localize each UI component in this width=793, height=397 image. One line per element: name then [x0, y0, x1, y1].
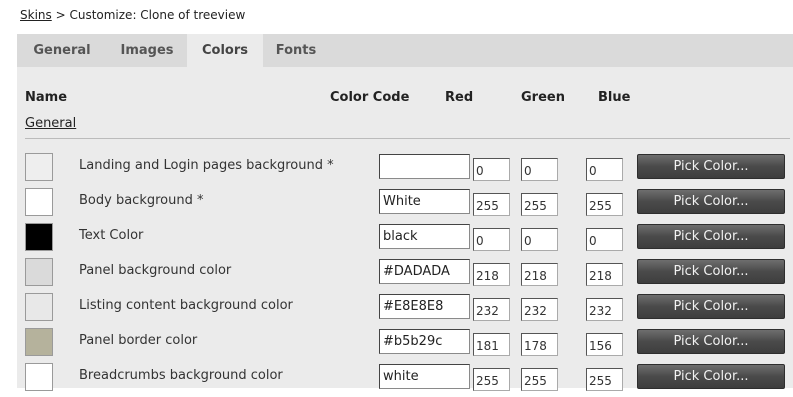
color-row: Panel border color Pick Color...	[0, 328, 793, 362]
color-row: Body background * Pick Color...	[0, 188, 793, 222]
color-code-input[interactable]	[379, 154, 470, 179]
color-swatch	[25, 153, 53, 181]
red-value-input[interactable]	[473, 263, 510, 286]
red-value-input[interactable]	[473, 333, 510, 356]
red-value-input[interactable]	[473, 298, 510, 321]
red-value-input[interactable]	[473, 228, 510, 251]
pick-color-button[interactable]: Pick Color...	[637, 329, 785, 354]
green-value-input[interactable]	[521, 298, 558, 321]
breadcrumb-link-skins[interactable]: Skins	[20, 8, 52, 22]
color-row-label: Breadcrumbs background color	[79, 368, 283, 383]
tab-images[interactable]: Images	[107, 34, 187, 67]
pick-color-button[interactable]: Pick Color...	[637, 224, 785, 249]
color-row-label: Panel border color	[79, 333, 198, 348]
tab-general[interactable]: General	[17, 34, 107, 67]
color-code-input[interactable]	[379, 364, 470, 389]
color-swatch	[25, 293, 53, 321]
pick-color-button[interactable]: Pick Color...	[637, 364, 785, 389]
color-row: Listing content background color Pick Col…	[0, 293, 793, 327]
green-value-input[interactable]	[521, 193, 558, 216]
color-swatch	[25, 363, 53, 391]
breadcrumb-separator: >	[51, 8, 70, 22]
column-header-name: Name	[25, 90, 68, 105]
color-row: Breadcrumbs background color Pick Color..…	[0, 363, 793, 397]
color-row-label: Text Color	[79, 228, 144, 243]
green-value-input[interactable]	[521, 333, 558, 356]
color-code-input[interactable]	[379, 224, 470, 249]
color-row-label: Landing and Login pages background *	[79, 158, 334, 173]
pick-color-button[interactable]: Pick Color...	[637, 294, 785, 319]
color-row: Landing and Login pages background * Pick…	[0, 153, 793, 187]
green-value-input[interactable]	[521, 158, 558, 181]
column-header-blue: Blue	[598, 90, 631, 105]
color-swatch	[25, 258, 53, 286]
column-header-red: Red	[445, 90, 474, 105]
tab-colors[interactable]: Colors	[187, 34, 263, 67]
color-row-label: Listing content background color	[79, 298, 293, 313]
pick-color-button[interactable]: Pick Color...	[637, 154, 785, 179]
color-code-input[interactable]	[379, 294, 470, 319]
blue-value-input[interactable]	[586, 158, 623, 181]
color-code-input[interactable]	[379, 329, 470, 354]
blue-value-input[interactable]	[586, 298, 623, 321]
section-divider	[25, 138, 790, 139]
blue-value-input[interactable]	[586, 333, 623, 356]
color-row-label: Body background *	[79, 193, 204, 208]
color-swatch	[25, 328, 53, 356]
color-code-input[interactable]	[379, 259, 470, 284]
color-row: Panel background color Pick Color...	[0, 258, 793, 292]
column-header-green: Green	[521, 90, 565, 105]
blue-value-input[interactable]	[586, 263, 623, 286]
section-link-general[interactable]: General	[25, 116, 76, 131]
pick-color-button[interactable]: Pick Color...	[637, 189, 785, 214]
color-row-label: Panel background color	[79, 263, 232, 278]
green-value-input[interactable]	[521, 263, 558, 286]
blue-value-input[interactable]	[586, 228, 623, 251]
color-swatch	[25, 223, 53, 251]
green-value-input[interactable]	[521, 228, 558, 251]
blue-value-input[interactable]	[586, 193, 623, 216]
tab-bar: General Images Colors Fonts	[17, 34, 793, 67]
red-value-input[interactable]	[473, 193, 510, 216]
color-code-input[interactable]	[379, 189, 470, 214]
color-row: Text Color Pick Color...	[0, 223, 793, 257]
pick-color-button[interactable]: Pick Color...	[637, 259, 785, 284]
breadcrumb: Skins > Customize: Clone of treeview	[20, 8, 245, 22]
breadcrumb-current: Customize: Clone of treeview	[69, 8, 246, 22]
column-header-color-code: Color Code	[330, 90, 410, 105]
red-value-input[interactable]	[473, 158, 510, 181]
tab-fonts[interactable]: Fonts	[263, 34, 329, 67]
color-swatch	[25, 188, 53, 216]
